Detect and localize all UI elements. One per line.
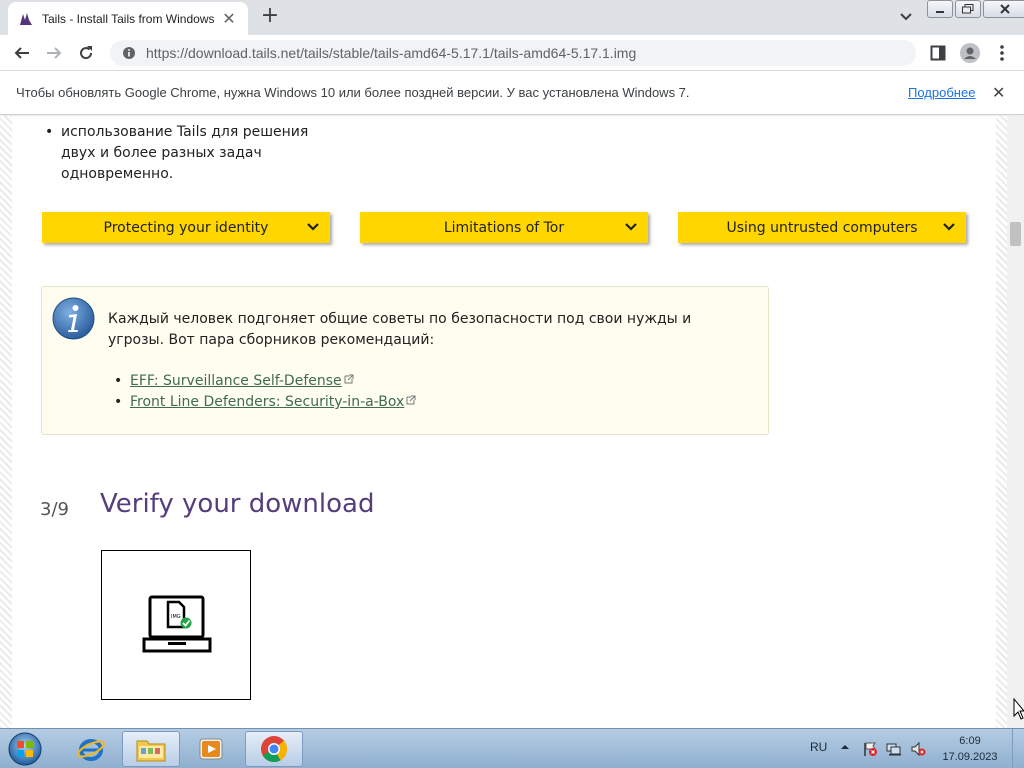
tab-strip: Tails - Install Tails from Windows ✕ + bbox=[0, 0, 1024, 35]
close-window-button[interactable] bbox=[983, 0, 1024, 18]
url-text: https://download.tails.net/tails/stable/… bbox=[146, 45, 637, 61]
list-item: использование Tails для решения двух и б… bbox=[45, 122, 325, 185]
language-indicator[interactable]: RU bbox=[810, 740, 827, 754]
address-bar[interactable]: https://download.tails.net/tails/stable/… bbox=[110, 40, 916, 66]
clock-time: 6:09 bbox=[959, 735, 981, 747]
page-scrollbar[interactable] bbox=[1007, 116, 1024, 728]
chevron-down-icon bbox=[625, 223, 637, 231]
button-label: Using untrusted computers bbox=[726, 219, 918, 236]
forward-button[interactable] bbox=[42, 41, 66, 65]
taskbar-media-player-button[interactable] bbox=[182, 731, 240, 767]
protecting-identity-button[interactable]: Protecting your identity bbox=[42, 212, 330, 243]
verify-download-illustration: IMG bbox=[101, 550, 251, 700]
step-number: 3/9 bbox=[40, 499, 69, 520]
infobar-close-icon[interactable]: ✕ bbox=[992, 83, 1005, 102]
restore-icon bbox=[962, 4, 974, 14]
svg-text:IMG: IMG bbox=[171, 614, 181, 620]
windows-start-icon[interactable] bbox=[5, 731, 45, 767]
media-player-icon bbox=[199, 738, 223, 760]
limitations-tor-button[interactable]: Limitations of Tor bbox=[360, 212, 648, 243]
scrollbar-thumb[interactable] bbox=[1010, 222, 1021, 246]
profile-avatar-icon bbox=[960, 43, 980, 63]
minimize-button[interactable] bbox=[927, 0, 953, 18]
close-window-icon bbox=[1000, 4, 1010, 14]
list-item: EFF: Surveillance Self-Defense bbox=[114, 371, 416, 392]
tails-favicon-icon bbox=[20, 12, 32, 25]
chrome-icon bbox=[261, 736, 288, 763]
infobar-message: Чтобы обновлять Google Chrome, нужна Win… bbox=[16, 85, 690, 100]
forward-arrow-icon bbox=[47, 47, 62, 59]
show-desktop-button[interactable] bbox=[1012, 729, 1024, 768]
note-text: Каждый человек подгоняет общие советы по… bbox=[108, 311, 692, 348]
reload-button[interactable] bbox=[74, 41, 98, 65]
note-links: EFF: Surveillance Self-Defense Front Lin… bbox=[114, 371, 416, 413]
update-infobar: Чтобы обновлять Google Chrome, нужна Win… bbox=[0, 71, 1024, 115]
reasons-list: использование Tails для решения двух и б… bbox=[45, 122, 325, 185]
security-in-a-box-link[interactable]: Front Line Defenders: Security-in-a-Box bbox=[130, 394, 404, 410]
folder-icon bbox=[136, 740, 166, 762]
reload-icon bbox=[80, 46, 93, 60]
external-link-icon bbox=[344, 374, 354, 384]
button-label: Protecting your identity bbox=[103, 219, 269, 236]
security-advice-note: Каждый человек подгоняет общие советы по… bbox=[41, 286, 769, 435]
taskbar-ie-button[interactable] bbox=[62, 731, 120, 767]
laptop-verified-file-icon: IMG bbox=[142, 595, 212, 653]
button-label: Limitations of Tor bbox=[443, 219, 565, 236]
internet-explorer-icon bbox=[77, 739, 105, 761]
side-panel-icon bbox=[930, 45, 946, 61]
chevron-down-icon bbox=[307, 223, 319, 231]
tab-search-chevron-icon[interactable] bbox=[896, 6, 916, 26]
back-button[interactable] bbox=[10, 41, 34, 65]
new-tab-button[interactable]: + bbox=[258, 4, 282, 28]
list-item: Front Line Defenders: Security-in-a-Box bbox=[114, 392, 416, 413]
back-arrow-icon bbox=[14, 47, 29, 59]
menu-button[interactable] bbox=[990, 41, 1014, 65]
network-icon[interactable] bbox=[886, 741, 902, 757]
windows-taskbar: RU 6:09 17.09.2023 bbox=[0, 728, 1024, 768]
mouse-cursor-icon bbox=[1013, 698, 1024, 720]
action-center-flag-icon[interactable] bbox=[862, 741, 878, 757]
volume-muted-icon[interactable] bbox=[910, 741, 926, 757]
more-vert-icon bbox=[1000, 45, 1004, 61]
side-panel-button[interactable] bbox=[926, 41, 950, 65]
info-icon bbox=[52, 297, 95, 340]
profile-button[interactable] bbox=[958, 41, 982, 65]
minimize-icon bbox=[936, 11, 944, 13]
tab-close-icon[interactable]: ✕ bbox=[220, 9, 238, 28]
system-clock[interactable]: 6:09 17.09.2023 bbox=[940, 733, 1000, 765]
eff-ssd-link[interactable]: EFF: Surveillance Self-Defense bbox=[130, 373, 342, 389]
tab-title: Tails - Install Tails from Windows bbox=[42, 11, 215, 26]
infobar-more-link[interactable]: Подробнее bbox=[908, 85, 975, 100]
taskbar-chrome-button[interactable] bbox=[245, 731, 303, 767]
chevron-down-icon bbox=[943, 223, 955, 231]
step-title: Verify your download bbox=[100, 489, 375, 519]
browser-tab[interactable]: Tails - Install Tails from Windows ✕ bbox=[8, 2, 248, 35]
untrusted-computers-button[interactable]: Using untrusted computers bbox=[678, 212, 966, 243]
page-content: использование Tails для решения двух и б… bbox=[0, 116, 1024, 728]
external-link-icon bbox=[406, 395, 416, 405]
taskbar-explorer-button[interactable] bbox=[122, 731, 180, 767]
site-info-icon[interactable] bbox=[122, 46, 136, 60]
window-controls bbox=[927, 0, 1024, 18]
clock-date: 17.09.2023 bbox=[942, 751, 998, 763]
left-decor-stripe bbox=[0, 116, 12, 728]
browser-toolbar: https://download.tails.net/tails/stable/… bbox=[0, 35, 1024, 71]
tray-expand-icon[interactable] bbox=[840, 742, 850, 752]
restore-button[interactable] bbox=[955, 0, 981, 18]
